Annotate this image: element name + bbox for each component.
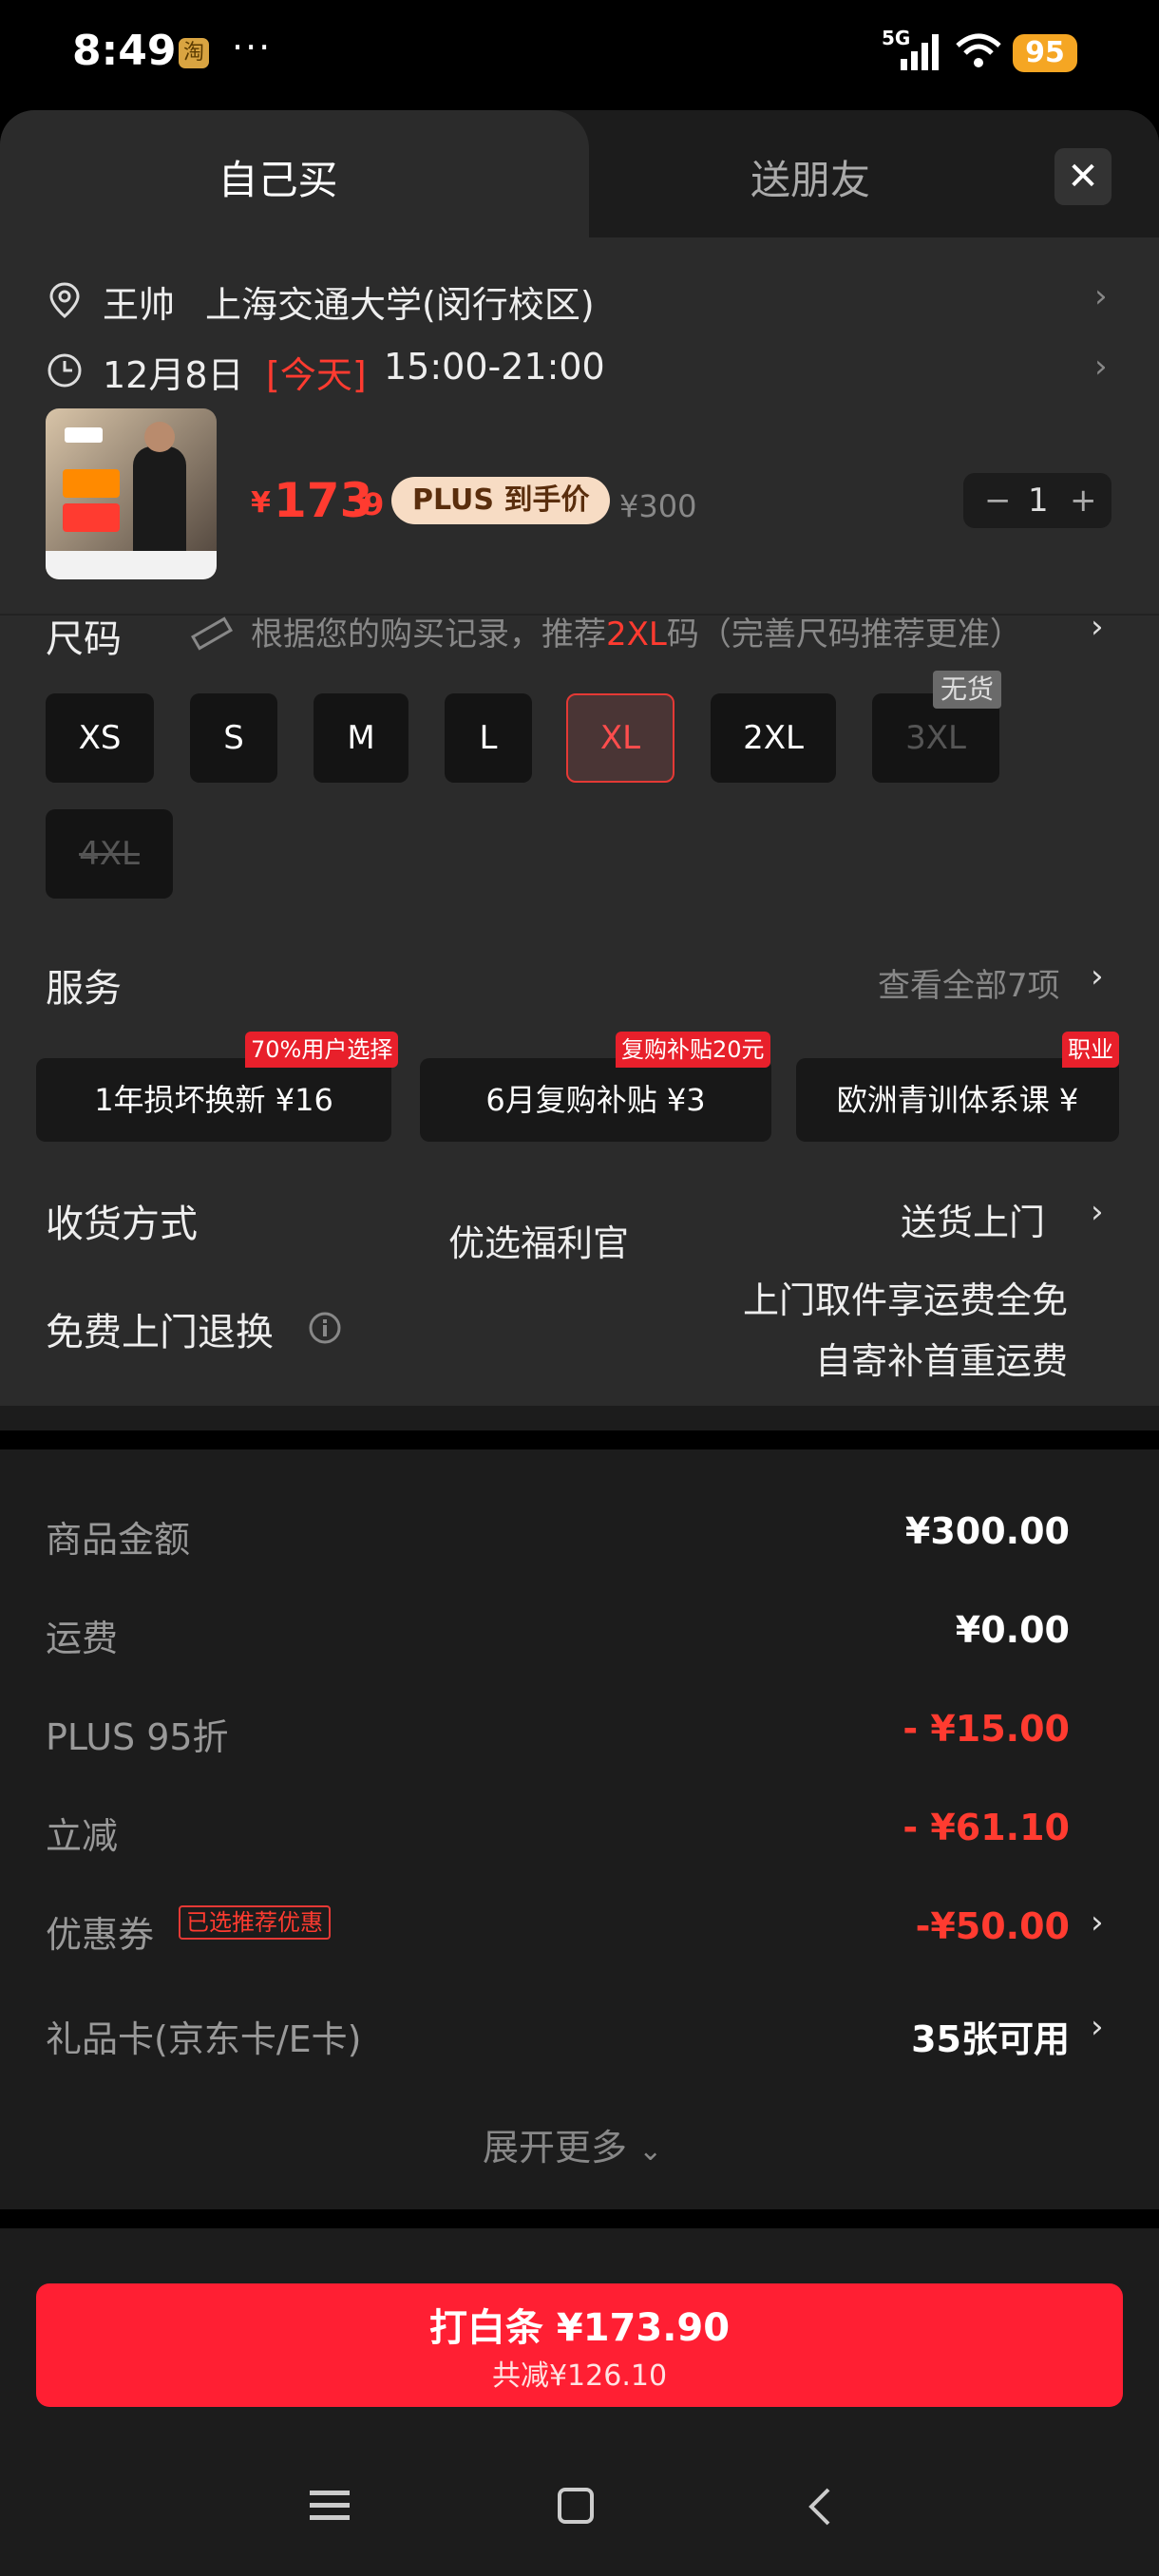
summary-label-goods: 商品金额 [46,1519,191,1561]
pay-button-savings-label: 共减¥126.10 [491,2359,668,2393]
delivery-date: 12月8日 [103,354,244,396]
info-icon[interactable] [308,1311,342,1345]
summary-value-plus-discount: - ¥15.00 [902,1708,1070,1750]
size-option-s[interactable]: S [190,693,277,783]
summary-label-shipping: 运费 [46,1618,119,1659]
summary-label-plus-discount: PLUS 95折 [46,1716,229,1758]
size-hint-chevron-icon[interactable]: › [1091,608,1104,646]
gift-card-chevron-icon[interactable]: › [1091,2008,1104,2046]
clock-icon [48,353,82,388]
summary-label-instant-reduction: 立减 [46,1815,119,1857]
plus-price-tag: PLUS 到手价 [391,477,611,524]
shipping-chevron-icon[interactable]: › [1091,1193,1104,1231]
more-notifications-icon: ··· [232,27,273,68]
price-decimal: .9 [352,486,385,522]
size-recommendation-hint[interactable]: 根据您的购买记录，推荐2XL码（完善尺码推荐更准） [251,608,1022,654]
pay-with-baitiao-button[interactable]: 打白条 ¥173.90 共减¥126.10 [36,2283,1123,2407]
size-option-m[interactable]: M [314,693,408,783]
coupon-selected-badge: 已选推荐优惠 [179,1905,331,1940]
wifi-icon [956,33,1001,67]
battery-indicator: 95 [1013,34,1077,72]
summary-value-shipping: ¥0.00 [955,1609,1070,1651]
size-hint-prefix: 根据您的购买记录，推荐 [251,616,606,653]
coupon-chevron-icon[interactable]: › [1091,1904,1104,1941]
service-card-tag: 职业 [1062,1032,1119,1068]
service-card-damage-replace[interactable]: 1年损坏换新 ¥16 [36,1058,391,1142]
quantity-value[interactable]: 1 [1028,473,1049,528]
original-price: ¥300 [619,488,697,524]
pay-button-main-label: 打白条 ¥173.90 [428,2306,731,2350]
size-option-xl[interactable]: XL [566,693,674,783]
free-return-line1: 上门取件享运费全免 [742,1279,1068,1321]
summary-value-gift-card[interactable]: 35张可用 [741,2010,1070,2062]
summary-value-coupon[interactable]: -¥50.00 [741,1905,1070,1947]
back-icon[interactable] [806,2487,834,2527]
home-icon[interactable] [557,2487,595,2525]
address-chevron-icon[interactable]: › [1094,277,1108,315]
section-separator [0,2209,1159,2228]
size-hint-recommended: 2XL [606,616,667,653]
price-currency: ¥ [251,486,271,520]
section-separator [0,1430,1159,1449]
service-card-training-course[interactable]: 欧洲青训体系课 ¥ [796,1058,1119,1142]
size-option-2xl[interactable]: 2XL [711,693,836,783]
service-chevron-icon[interactable]: › [1091,957,1104,995]
summary-label-gift-card: 礼品卡(京东卡/E卡) [46,2018,362,2060]
service-view-all[interactable]: 查看全部7项 [878,959,1060,1006]
delivery-window[interactable]: 15:00-21:00 [384,346,605,388]
delivery-chevron-icon[interactable]: › [1094,348,1108,386]
free-return-label: 免费上门退换 [46,1311,274,1354]
signal-bars-icon [901,34,939,70]
address-place[interactable]: 上海交通大学(闵行校区) [205,275,595,328]
ruler-icon [190,616,234,651]
size-option-4xl[interactable]: 4XL [46,809,173,899]
menu-icon[interactable] [310,2489,350,2523]
summary-value-instant-reduction: - ¥61.10 [902,1807,1070,1848]
summary-value-goods: ¥300.00 [904,1510,1070,1552]
size-section-title: 尺码 [46,617,122,661]
taobao-notification-icon: 淘 [179,38,209,68]
delivery-today-tag: [今天] [266,354,367,396]
expand-more-button[interactable]: 展开更多 ⌄ [483,2118,662,2170]
tab-gift-friend-label: 送朋友 [750,157,871,203]
location-pin-icon [49,282,80,318]
service-card-repurchase-subsidy[interactable]: 6月复购补贴 ¥3 [420,1058,771,1142]
chevron-down-icon: ⌄ [638,2134,663,2168]
out-of-stock-badge: 无货 [933,671,1002,709]
tab-buy-for-self-label: 自己买 [218,157,338,203]
size-option-xs[interactable]: XS [46,693,154,783]
expand-more-label: 展开更多 [483,2127,628,2169]
size-hint-suffix: 码（完善尺码推荐更准） [666,616,1022,653]
shipping-method-value[interactable]: 送货上门 [901,1193,1045,1245]
quantity-stepper: − 1 + [963,473,1112,528]
welfare-officer-label: 优选福利官 [448,1222,630,1264]
service-card-tag: 复购补贴20元 [616,1032,770,1068]
increase-button[interactable]: + [1070,473,1097,528]
decrease-button[interactable]: − [984,473,1012,528]
purchase-sheet: 自己买 送朋友 ✕ 王帅 上海交通大学(闵行校区) › 12月8日 [今天] 1… [0,110,1159,2576]
summary-label-coupon: 优惠券 [46,1914,155,1956]
address-name: 王帅 [103,284,176,326]
close-button[interactable]: ✕ [1054,148,1112,205]
product-thumbnail[interactable] [46,408,217,579]
service-card-tag: 70%用户选择 [245,1032,399,1068]
free-return-line2: 自寄补首重运费 [814,1340,1068,1382]
size-option-l[interactable]: L [445,693,532,783]
shipping-method-label: 收货方式 [46,1203,198,1246]
status-time: 8:49 [72,27,177,75]
service-section-title: 服务 [46,967,122,1011]
